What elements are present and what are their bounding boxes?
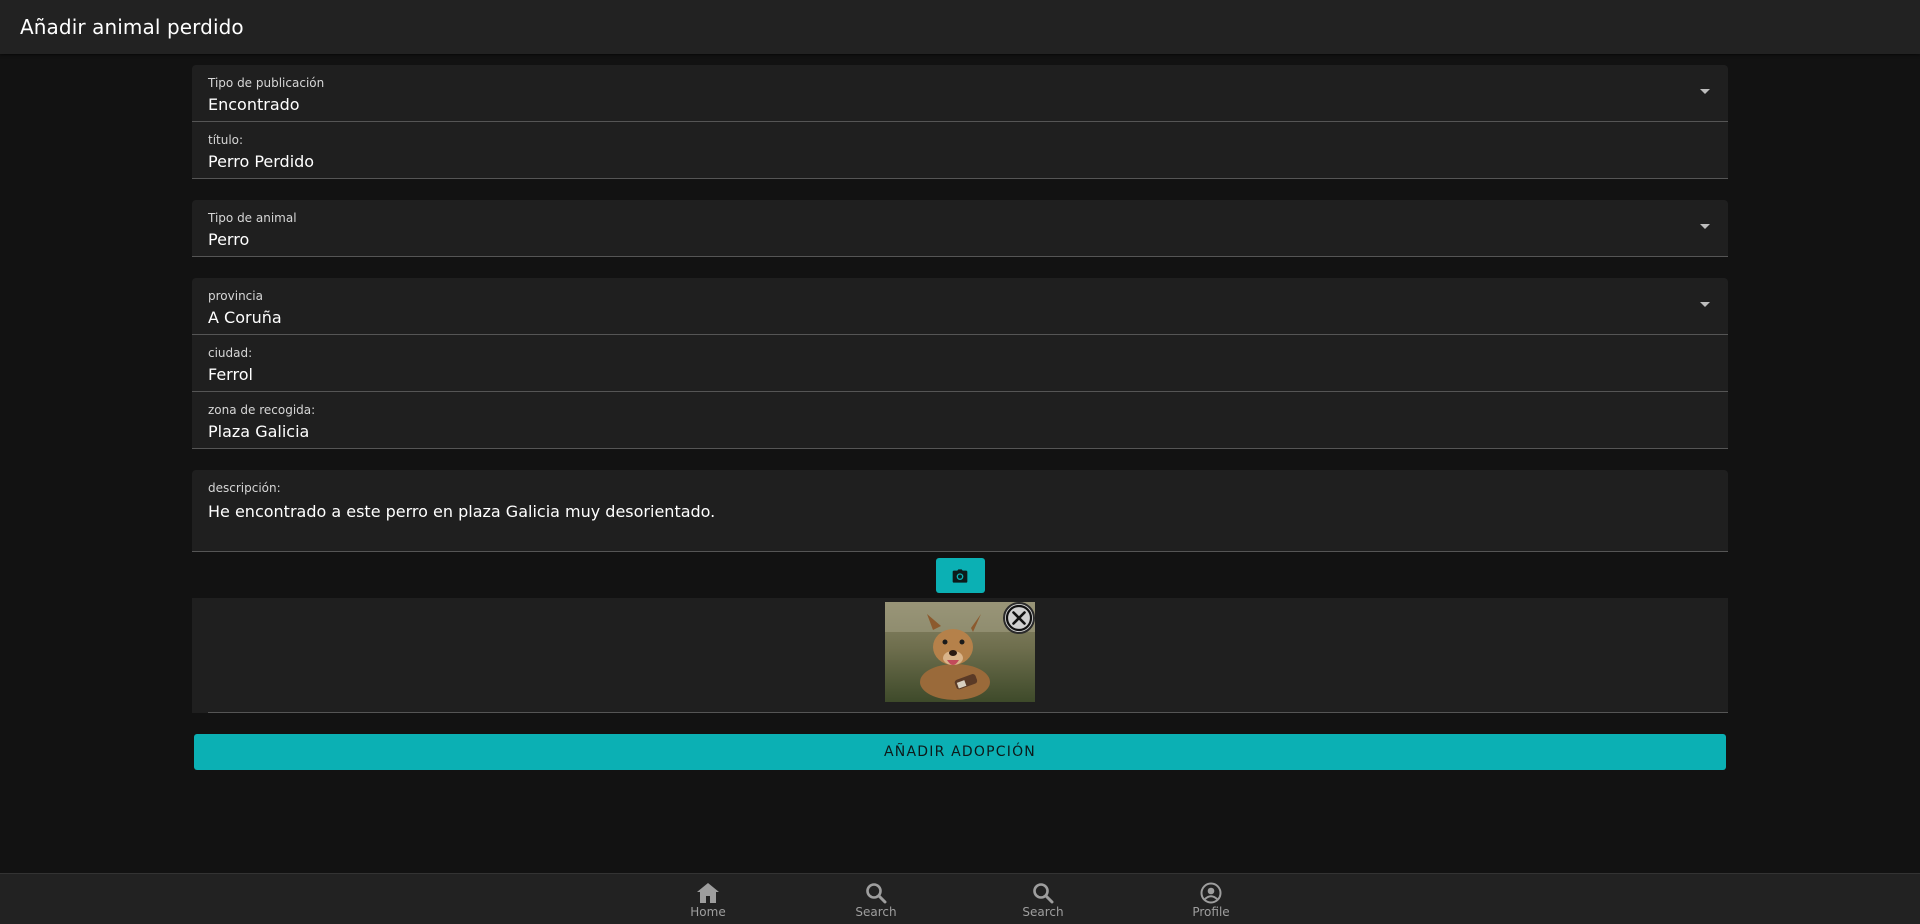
animal-type-select[interactable]: Tipo de animal Perro bbox=[192, 200, 1728, 257]
dog-photo bbox=[885, 602, 1035, 702]
title-value: Perro Perdido bbox=[208, 152, 315, 171]
nav-item-search[interactable]: Search bbox=[836, 882, 916, 919]
camera-icon bbox=[952, 568, 968, 583]
nav-label-profile: Profile bbox=[1192, 905, 1230, 919]
city-label: ciudad: bbox=[208, 346, 253, 360]
animal-type-card: Tipo de animal Perro bbox=[192, 200, 1728, 257]
animal-type-label: Tipo de animal bbox=[208, 211, 297, 225]
province-select[interactable]: provincia A Coruña bbox=[192, 278, 1728, 335]
photo-gallery bbox=[192, 598, 1728, 713]
title-label: título: bbox=[208, 133, 244, 147]
pickup-zone-label: zona de recogida: bbox=[208, 403, 316, 417]
nav-label-home: Home bbox=[690, 905, 726, 919]
publication-type-value: Encontrado bbox=[208, 95, 300, 114]
close-icon bbox=[1005, 604, 1033, 632]
title-field[interactable]: título: Perro Perdido bbox=[192, 122, 1728, 179]
bottom-nav: Home Search Search Profile bbox=[0, 873, 1920, 924]
home-icon bbox=[697, 883, 719, 903]
app-bar: Añadir animal perdido bbox=[0, 0, 1920, 54]
page-title: Añadir animal perdido bbox=[20, 15, 244, 39]
add-photo-button[interactable] bbox=[935, 558, 985, 593]
nav-label-search-2: Search bbox=[1022, 905, 1064, 919]
nav-item-search-2[interactable]: Search bbox=[1003, 882, 1083, 919]
province-value: A Coruña bbox=[208, 308, 282, 327]
add-adoption-button[interactable]: AÑADIR ADOPCIÓN bbox=[194, 734, 1726, 770]
description-field[interactable]: descripción: He encontrado a este perro … bbox=[192, 470, 1728, 552]
dropdown-arrow-icon bbox=[1700, 89, 1710, 94]
dropdown-arrow-icon bbox=[1700, 302, 1710, 307]
publication-type-select[interactable]: Tipo de publicación Encontrado bbox=[192, 65, 1728, 122]
pickup-zone-field[interactable]: zona de recogida: Plaza Galicia bbox=[192, 392, 1728, 449]
publication-card: Tipo de publicación Encontrado título: P… bbox=[192, 65, 1728, 179]
location-card: provincia A Coruña ciudad: Ferrol zona d… bbox=[192, 278, 1728, 449]
search-icon bbox=[866, 883, 887, 904]
nav-item-home[interactable]: Home bbox=[668, 882, 748, 919]
account-circle-icon bbox=[1200, 882, 1222, 904]
publication-type-label: Tipo de publicación bbox=[208, 76, 325, 90]
description-label: descripción: bbox=[208, 481, 281, 495]
nav-item-profile[interactable]: Profile bbox=[1171, 882, 1251, 919]
nav-label-search: Search bbox=[855, 905, 897, 919]
camera-row bbox=[192, 558, 1728, 593]
pickup-zone-value: Plaza Galicia bbox=[208, 422, 310, 441]
remove-photo-button[interactable] bbox=[1003, 602, 1035, 634]
province-label: provincia bbox=[208, 289, 263, 303]
description-value: He encontrado a este perro en plaza Gali… bbox=[208, 502, 716, 521]
animal-type-value: Perro bbox=[208, 230, 250, 249]
city-value: Ferrol bbox=[208, 365, 253, 384]
lost-animal-form: Tipo de publicación Encontrado título: P… bbox=[192, 65, 1728, 770]
city-field[interactable]: ciudad: Ferrol bbox=[192, 335, 1728, 392]
search-icon bbox=[1033, 883, 1054, 904]
dropdown-arrow-icon bbox=[1700, 224, 1710, 229]
